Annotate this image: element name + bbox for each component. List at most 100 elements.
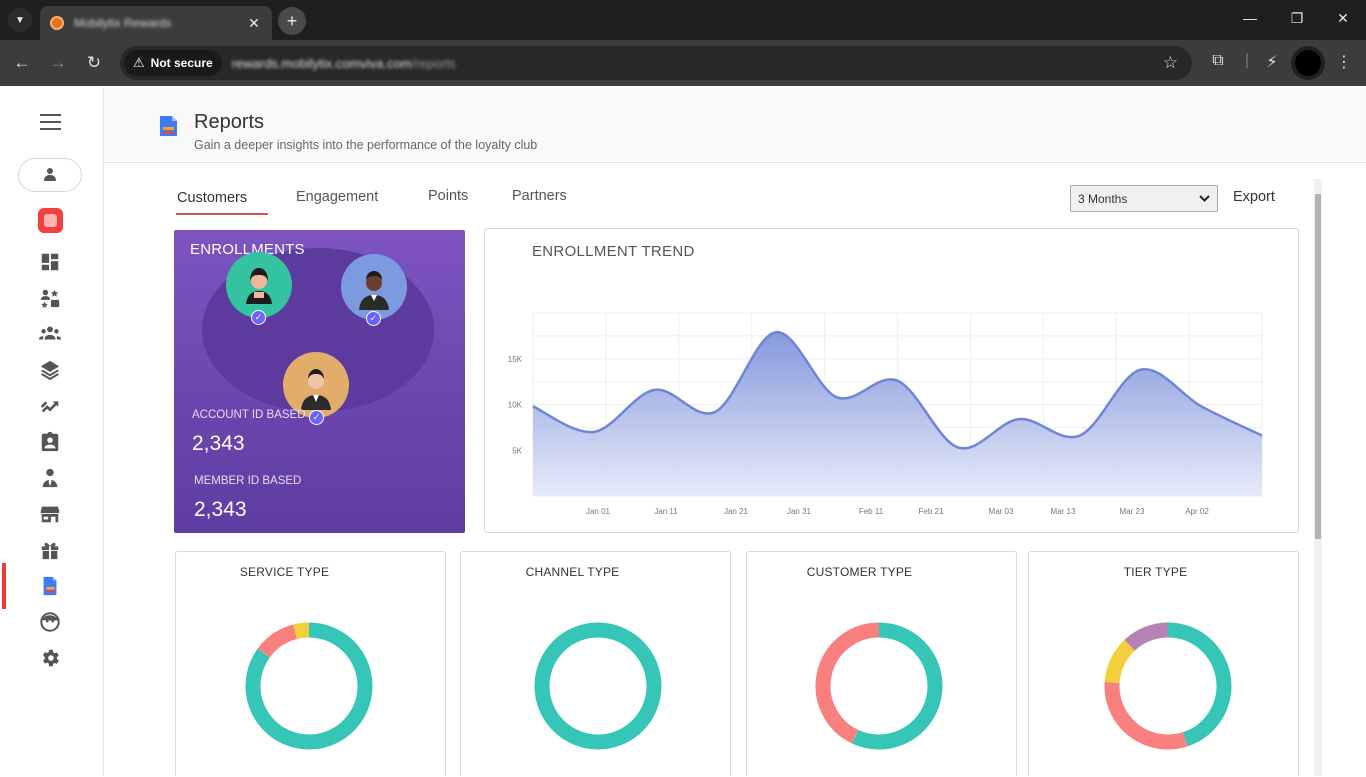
layers-icon: [40, 360, 60, 381]
tier-type-donut: [1104, 622, 1232, 750]
x-tick-label: Feb 11: [859, 507, 884, 516]
donut-slice[interactable]: [815, 622, 880, 744]
url-text[interactable]: rewards.mobilytix.comviva.com/reports: [232, 56, 456, 71]
sidebar-item-settings[interactable]: [36, 645, 64, 671]
settings-icon: [43, 649, 59, 667]
hamburger-menu-icon[interactable]: [40, 114, 61, 135]
sidebar-item-layers[interactable]: [36, 357, 64, 383]
enrollment-trend-chart: 5K 10K 15K Jan 01 Jan 11 Jan 21 Jan 31 Feb 11 F…: [508, 312, 1263, 516]
x-tick-label: Jan 11: [654, 507, 678, 516]
sidebar-item-reports[interactable]: [36, 573, 64, 599]
donut-slice[interactable]: [1104, 682, 1188, 750]
person-tie-icon: [42, 468, 58, 488]
user-icon: [43, 168, 57, 182]
donut-slice[interactable]: [257, 624, 298, 658]
date-range-select[interactable]: 3 Months: [1070, 185, 1218, 212]
maximize-button[interactable]: ❐: [1285, 10, 1309, 27]
x-tick-label: Apr 02: [1185, 507, 1209, 516]
tab-customers[interactable]: Customers: [177, 190, 247, 206]
x-tick-label: Mar 23: [1120, 507, 1145, 516]
url-host: rewards.mobilytix.comviva.com: [231, 55, 412, 71]
x-tick-label: Jan 21: [724, 507, 749, 516]
browser-menu-icon[interactable]: ⋮: [1333, 52, 1355, 72]
service-type-card: SERVICE TYPE: [175, 551, 446, 776]
sidebar-item-store[interactable]: [36, 501, 64, 527]
reports-doc-icon: [160, 116, 177, 136]
sidebar-item-members[interactable]: [36, 285, 64, 311]
exchange-icon: [40, 401, 59, 413]
forward-arrow-icon[interactable]: →: [47, 52, 69, 74]
donut-slice[interactable]: [1104, 639, 1136, 684]
donut-slice[interactable]: [293, 622, 310, 640]
enrollments-card: ENROLLMENTS ✓ ✓ ✓ ACCOUNT ID BASED 2,343…: [174, 230, 465, 533]
tab-title: Mobilytix Rewards: [74, 16, 172, 30]
channel-type-card: CHANNEL TYPE: [460, 551, 731, 776]
minimize-button[interactable]: —: [1238, 10, 1262, 26]
new-tab-button[interactable]: +: [278, 7, 306, 35]
verified-check-icon: ✓: [366, 311, 381, 326]
sidebar-item-exchange[interactable]: [36, 393, 64, 419]
warning-icon: ⚠: [133, 55, 145, 70]
address-bar[interactable]: ⚠ Not secure rewards.mobilytix.comviva.c…: [120, 46, 1192, 80]
donut-slice[interactable]: [851, 622, 943, 750]
sidebar-item-employees[interactable]: [36, 465, 64, 491]
profile-avatar[interactable]: [1291, 46, 1325, 80]
scrollbar-thumb[interactable]: [1315, 194, 1321, 539]
face-icon: [40, 612, 60, 632]
toolbar-divider: |: [1244, 52, 1250, 69]
members-reward-icon: [40, 289, 60, 308]
tab-points[interactable]: Points: [428, 188, 468, 204]
store-icon: [40, 506, 60, 523]
extensions-icon[interactable]: ⧉: [1207, 52, 1229, 70]
reload-icon[interactable]: ↻: [83, 52, 105, 74]
chevron-down-icon: [1199, 195, 1210, 202]
window-close-button[interactable]: ✕: [1331, 10, 1355, 27]
member-id-label: MEMBER ID BASED: [194, 475, 302, 487]
brand-logo-icon[interactable]: [38, 208, 63, 233]
page-header: Reports Gain a deeper insights into the …: [104, 87, 1366, 163]
donut-slice[interactable]: [1124, 622, 1169, 651]
export-button[interactable]: Export: [1233, 189, 1275, 205]
url-path: /reports: [411, 55, 456, 71]
sidebar-item-dashboard[interactable]: [36, 249, 64, 275]
report-icon: [43, 576, 57, 596]
donut-slice[interactable]: [1167, 622, 1232, 747]
security-label: Not secure: [150, 56, 213, 70]
account-id-value: 2,343: [192, 432, 245, 455]
tier-type-card: TIER TYPE: [1028, 551, 1299, 776]
tab-close-icon[interactable]: ✕: [246, 15, 262, 32]
performance-icon[interactable]: ⚡: [1261, 52, 1283, 72]
gift-icon: [41, 542, 59, 560]
groups-icon: [39, 326, 61, 340]
tab-partners[interactable]: Partners: [512, 188, 567, 204]
browser-tab[interactable]: Mobilytix Rewards ✕: [40, 6, 272, 40]
y-tick-label: 10K: [508, 401, 523, 410]
tab-engagement[interactable]: Engagement: [296, 189, 378, 205]
sidebar-item-groups[interactable]: [36, 321, 64, 347]
sidebar-item-assignment[interactable]: [36, 429, 64, 455]
verified-check-icon: ✓: [251, 310, 266, 325]
date-range-value: 3 Months: [1078, 191, 1128, 206]
profile-button[interactable]: [18, 158, 82, 192]
customer-type-card: CUSTOMER TYPE: [746, 551, 1017, 776]
bookmark-star-icon[interactable]: ☆: [1163, 53, 1178, 73]
service-type-donut: [245, 622, 373, 750]
x-tick-label: Mar 13: [1051, 507, 1076, 516]
back-arrow-icon[interactable]: ←: [11, 52, 33, 74]
x-tick-label: Jan 01: [586, 507, 611, 516]
enrollment-trend-card: ENROLLMENT TREND 5K 10K 15K Jan 01 Jan 11 Ja…: [484, 228, 1299, 533]
channel-type-donut: [534, 622, 662, 750]
security-chip[interactable]: ⚠ Not secure: [124, 50, 222, 76]
account-id-label: ACCOUNT ID BASED: [192, 409, 306, 421]
x-tick-label: Jan 31: [787, 507, 812, 516]
woman-avatar: [226, 252, 292, 318]
sidebar-item-gifts[interactable]: [36, 537, 64, 563]
donut-slice[interactable]: [534, 622, 662, 750]
y-tick-label: 15K: [508, 355, 523, 364]
x-tick-label: Mar 03: [989, 507, 1014, 516]
member-id-value: 2,343: [194, 498, 247, 521]
assignment-icon: [41, 431, 59, 452]
page-subtitle: Gain a deeper insights into the performa…: [194, 138, 538, 152]
tab-search-button[interactable]: ▼: [8, 8, 32, 32]
sidebar-item-customer-care[interactable]: [36, 609, 64, 635]
